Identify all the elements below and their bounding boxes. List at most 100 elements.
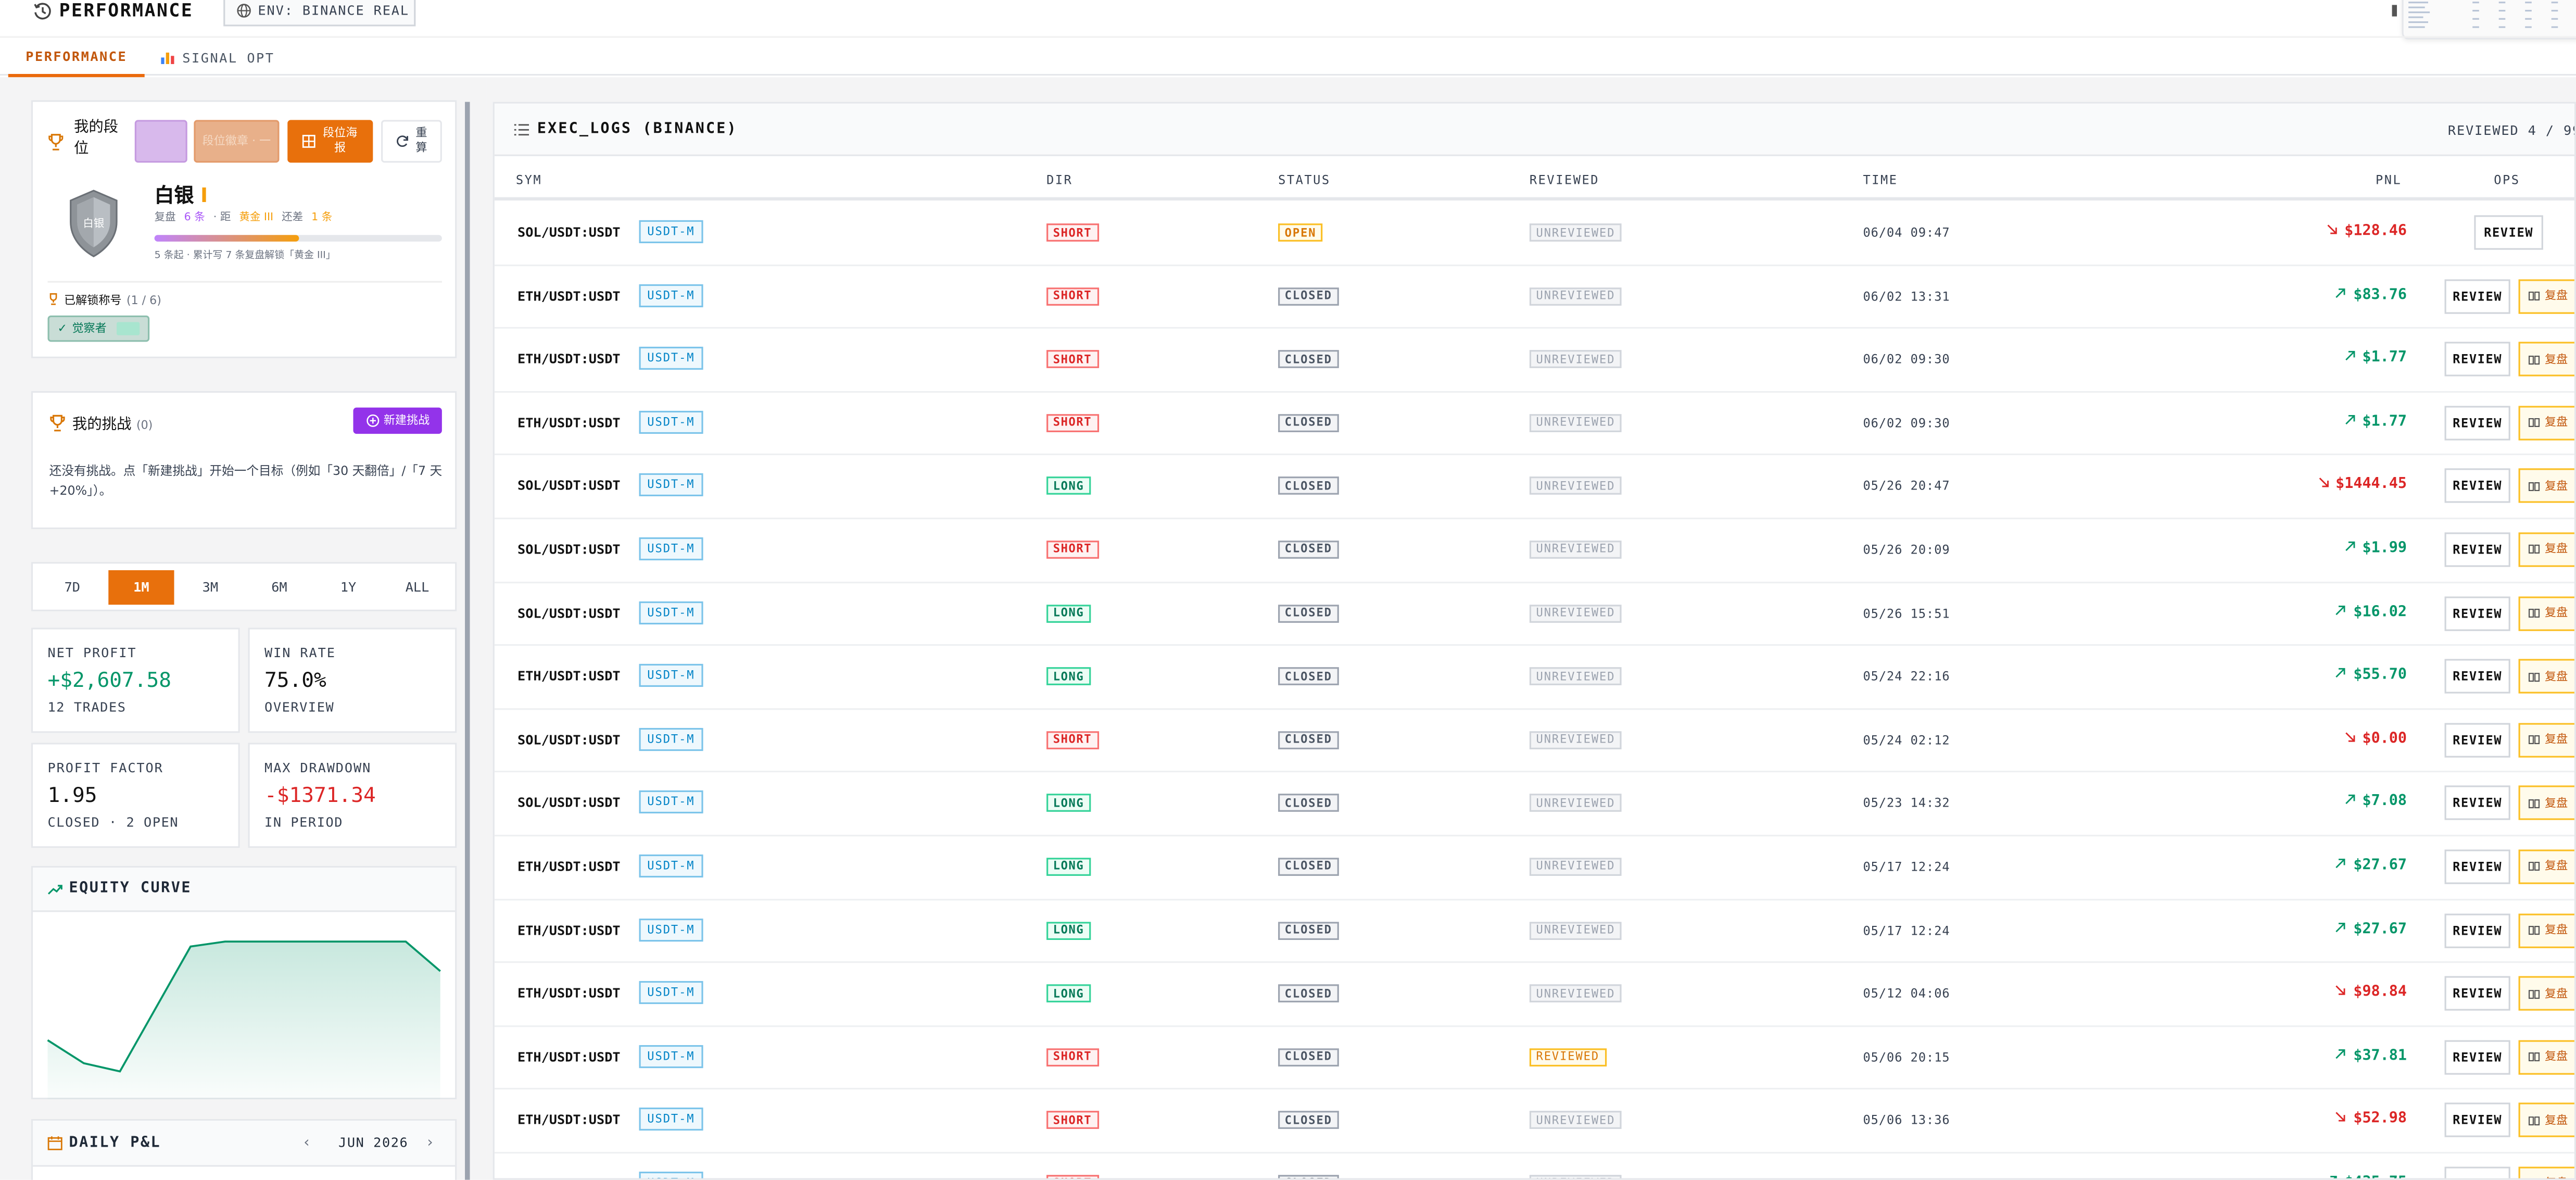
- review-button[interactable]: REVIEW: [2444, 342, 2510, 377]
- fupan-button[interactable]: 复盘: [2518, 596, 2574, 631]
- arrow-up-right-icon: [2345, 351, 2355, 361]
- silver-shield-icon: 白银: [70, 190, 118, 258]
- fupan-button[interactable]: 复盘: [2518, 722, 2574, 757]
- review-button[interactable]: REVIEW: [2444, 596, 2510, 631]
- new-challenge-button[interactable]: 新建挑战: [353, 407, 442, 434]
- reviewed-badge: UNREVIEWED: [1529, 413, 1622, 432]
- minimap-toggle[interactable]: [2392, 5, 2397, 17]
- rank-level-roman: I: [200, 184, 208, 207]
- review-button[interactable]: REVIEW: [2444, 469, 2510, 504]
- fupan-button[interactable]: 复盘: [2518, 786, 2574, 821]
- range-button-7d[interactable]: 7D: [40, 570, 105, 605]
- direction-badge: SHORT: [1046, 350, 1098, 369]
- review-button[interactable]: REVIEW: [2474, 215, 2543, 250]
- fupan-button[interactable]: 复盘: [2518, 1166, 2574, 1180]
- status-badge: CLOSED: [1278, 858, 1339, 876]
- recalc-button[interactable]: 重算: [381, 120, 442, 163]
- review-button[interactable]: REVIEW: [2444, 1166, 2510, 1178]
- rank-tier-chip[interactable]: [134, 120, 187, 163]
- stat-value: -$1371.34: [264, 782, 376, 807]
- direction-badge: LONG: [1046, 984, 1091, 1003]
- trophy-icon: [48, 134, 64, 150]
- reviewed-badge: UNREVIEWED: [1529, 984, 1622, 1003]
- stat-win-rate: WIN RATE 75.0% OVERVIEW: [248, 627, 457, 733]
- market-badge: USDT-M: [639, 220, 703, 244]
- review-button[interactable]: REVIEW: [2444, 1039, 2510, 1074]
- tab-signal-opt-label: SIGNAL OPT: [182, 50, 275, 65]
- table-header: SYM DIR STATUS REVIEWED TIME PNL OPS: [494, 158, 2574, 200]
- fupan-button[interactable]: 复盘: [2518, 976, 2574, 1011]
- rank-badge-chip[interactable]: 段位徽章 · 一: [194, 120, 280, 163]
- col-sym: SYM: [515, 172, 542, 187]
- trophy-icon: [50, 415, 65, 432]
- range-button-3m[interactable]: 3M: [178, 570, 243, 605]
- rank-poster-label: 段位海报: [323, 126, 358, 155]
- pnl-amount: $27.67: [2353, 858, 2407, 874]
- rank-line-prefix: 复盘: [154, 210, 176, 224]
- fupan-button[interactable]: 复盘: [2518, 849, 2574, 884]
- page-title: PERFORMANCE: [59, 0, 194, 22]
- tab-signal-opt[interactable]: SIGNAL OPT: [161, 38, 274, 78]
- fupan-label: 复盘: [2545, 543, 2568, 557]
- book-icon: [2528, 1116, 2540, 1125]
- review-button[interactable]: REVIEW: [2444, 405, 2510, 441]
- fupan-button[interactable]: 复盘: [2518, 1103, 2574, 1138]
- direction-badge: SHORT: [1046, 1111, 1098, 1129]
- minimap-preview[interactable]: [2402, 0, 2576, 40]
- fupan-button[interactable]: 复盘: [2518, 279, 2574, 313]
- market-badge: USDT-M: [639, 600, 703, 624]
- range-button-6m[interactable]: 6M: [246, 570, 312, 605]
- review-button[interactable]: REVIEW: [2444, 913, 2510, 948]
- trade-time: 05/26 20:47: [1863, 479, 1950, 494]
- fupan-button[interactable]: 复盘: [2518, 342, 2574, 377]
- review-button[interactable]: REVIEW: [2444, 532, 2510, 567]
- fupan-button[interactable]: 复盘: [2518, 659, 2574, 694]
- col-time: TIME: [1863, 172, 1898, 187]
- book-icon: [2528, 1179, 2540, 1180]
- status-badge: CLOSED: [1278, 794, 1339, 812]
- arrow-up-right-icon: [2330, 1175, 2337, 1178]
- pnl-amount: $55.70: [2353, 667, 2407, 684]
- fupan-label: 复盘: [2545, 860, 2568, 874]
- fupan-button[interactable]: 复盘: [2518, 532, 2574, 567]
- range-button-1y[interactable]: 1Y: [315, 570, 381, 605]
- market-badge: USDT-M: [639, 790, 703, 814]
- title-badge-observer[interactable]: ✓ 觉察者: [47, 315, 150, 342]
- fupan-button[interactable]: 复盘: [2518, 1039, 2574, 1074]
- range-button-1m[interactable]: 1M: [108, 570, 174, 605]
- direction-badge: LONG: [1046, 794, 1091, 812]
- review-button[interactable]: REVIEW: [2444, 976, 2510, 1011]
- market-badge: USDT-M: [639, 410, 703, 434]
- pnl-value: $1.77: [2344, 414, 2407, 430]
- rank-poster-button[interactable]: 段位海报: [287, 120, 373, 163]
- logs-header: EXEC_LOGS (BINANCE) REVIEWED 4 / 99: [494, 103, 2574, 156]
- fupan-button[interactable]: 复盘: [2518, 405, 2574, 441]
- review-button[interactable]: REVIEW: [2444, 279, 2510, 313]
- range-button-all[interactable]: ALL: [384, 570, 450, 605]
- pnl-value: $1.77: [2344, 350, 2407, 367]
- trade-time: 06/04 09:47: [1863, 225, 1950, 240]
- review-button[interactable]: REVIEW: [2444, 849, 2510, 884]
- arrow-up-right-icon: [2345, 415, 2355, 424]
- tab-performance[interactable]: PERFORMANCE: [8, 38, 145, 78]
- reviewed-badge: UNREVIEWED: [1529, 667, 1622, 686]
- table-row: ETH/USDT:USDT USDT-M SHORT CLOSED UNREVIEWED…: [494, 393, 2574, 456]
- symbol: SOL/USDT:USDT: [517, 542, 621, 557]
- prev-month-button[interactable]: ‹: [302, 1135, 313, 1151]
- next-month-button[interactable]: ›: [425, 1135, 436, 1151]
- reviewed-badge: UNREVIEWED: [1529, 921, 1622, 939]
- symbol: SOL/USDT:USDT: [517, 732, 621, 748]
- review-button[interactable]: REVIEW: [2444, 659, 2510, 694]
- status-badge: OPEN: [1278, 223, 1323, 242]
- equity-curve-card: EQUITY CURVE: [31, 866, 457, 1100]
- challenge-count: (0): [136, 419, 153, 432]
- fupan-button[interactable]: 复盘: [2518, 469, 2574, 504]
- fupan-button[interactable]: 复盘: [2518, 913, 2574, 948]
- review-button[interactable]: REVIEW: [2444, 1103, 2510, 1138]
- pnl-amount: $128.46: [2344, 223, 2407, 240]
- review-button[interactable]: REVIEW: [2444, 786, 2510, 821]
- review-button[interactable]: REVIEW: [2444, 722, 2510, 757]
- left-panel-scrollbar[interactable]: [465, 102, 470, 1180]
- table-row: SOL/USDT:USDT USDT-M SHORT CLOSED UNREVIEWED…: [494, 519, 2574, 583]
- env-selector[interactable]: ENV: BINANCE REAL: [223, 0, 416, 27]
